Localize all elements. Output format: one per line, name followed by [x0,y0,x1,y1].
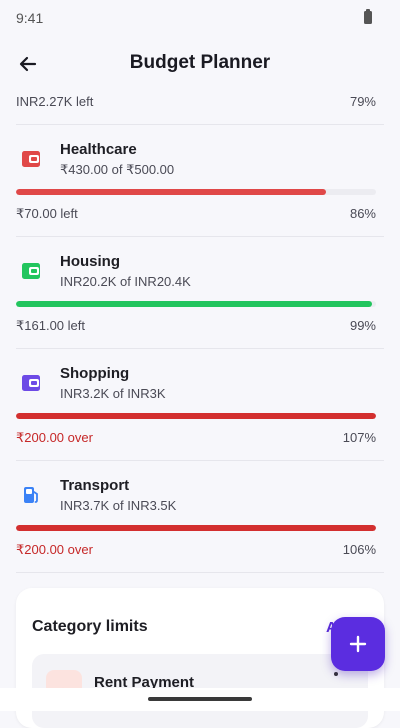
wallet-icon [16,368,46,398]
wallet-icon [16,256,46,286]
category-amount: INR3.2K of INR3K [60,386,166,401]
wallet-icon [16,144,46,174]
divider [16,460,384,461]
category-name: Transport [60,477,130,494]
battery-icon [364,9,372,24]
category-name: Shopping [60,365,130,382]
remaining-text: ₹70.00 left [16,206,78,221]
category-status: ₹70.00 left 86% [16,206,376,222]
category-amount: ₹430.00 of ₹500.00 [60,162,175,177]
add-fab-button[interactable] [331,617,385,671]
status-time: 9:41 [16,10,44,26]
previous-category-status: INR2.27K left 79% [16,94,376,109]
progress-bar [16,413,376,419]
page-title: Budget Planner [129,52,271,73]
status-bar: 9:41 [0,0,400,36]
over-text: ₹200.00 over [16,430,93,445]
category-status: ₹200.00 over 107% [16,430,376,446]
progress-bar [16,525,376,531]
percent-text: 106% [342,542,376,557]
divider [16,572,384,573]
category-amount: INR20.2K of INR20.4K [60,274,191,289]
category-name: Housing [60,253,120,270]
percent-text: 107% [342,430,376,445]
progress-fill [16,525,376,531]
divider [16,348,384,349]
divider [16,124,384,125]
more-menu-icon[interactable] [334,672,338,676]
percent-text: 86% [349,206,376,221]
remaining-text: INR2.27K left [16,94,94,109]
percent-text: 99% [349,318,376,333]
divider [16,236,384,237]
gesture-bar [0,688,400,711]
home-indicator[interactable] [148,697,252,701]
app-bar: Budget Planner [0,40,400,88]
progress-fill [16,189,326,195]
fuel-pump-icon [16,480,46,510]
category-name: Healthcare [60,141,137,158]
progress-bar [16,301,376,307]
category-status: ₹200.00 over 106% [16,542,376,558]
card-title: Category limits [32,618,148,635]
progress-fill [16,301,373,307]
remaining-text: ₹161.00 left [16,318,85,333]
progress-fill [16,413,376,419]
category-amount: INR3.7K of INR3.5K [60,498,177,513]
category-status: ₹161.00 left 99% [16,318,376,334]
progress-bar [16,189,376,195]
percent-text: 79% [349,94,376,109]
plus-icon [349,635,367,653]
over-text: ₹200.00 over [16,542,93,557]
